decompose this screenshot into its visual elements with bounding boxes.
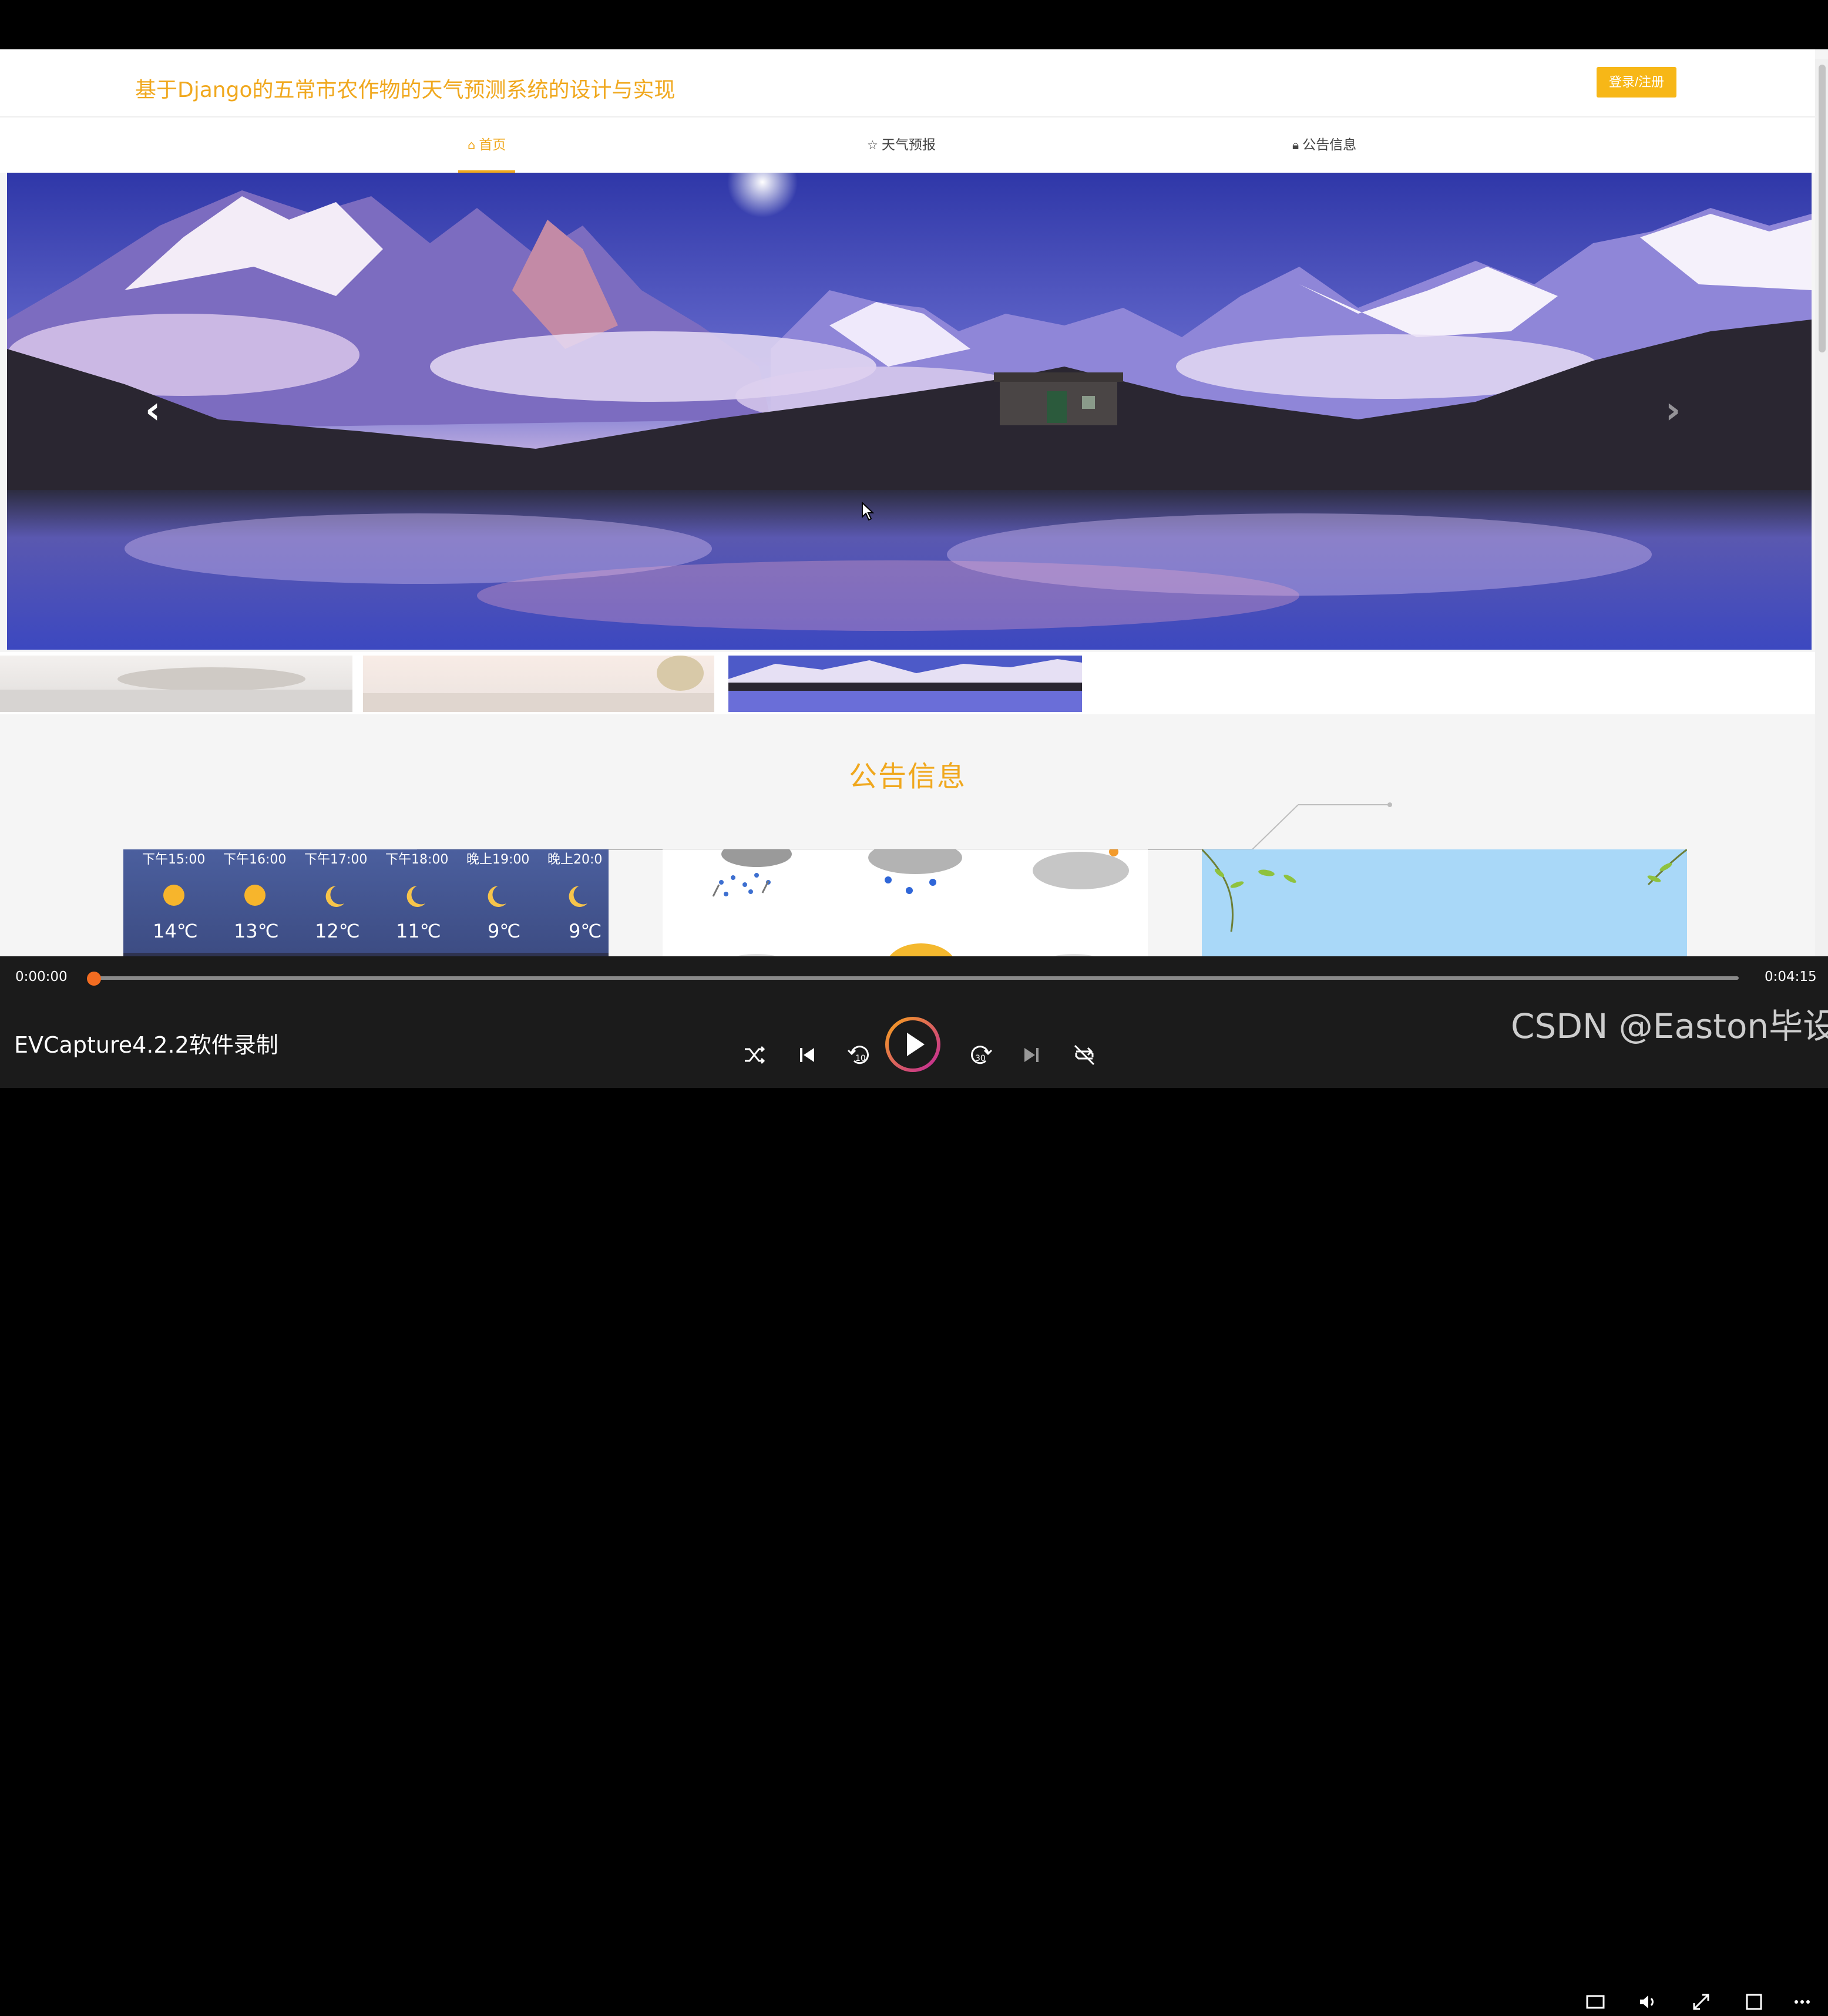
nav-item-label: 首页 bbox=[479, 137, 506, 153]
svg-text:晚上19:00: 晚上19:00 bbox=[466, 852, 529, 867]
forward-30-icon: 30 bbox=[971, 1046, 993, 1064]
section-title-decoration bbox=[417, 802, 1392, 850]
svg-text:10: 10 bbox=[855, 1054, 866, 1063]
watermark-text: CSDN @Easton毕设 bbox=[1511, 1006, 1828, 1046]
carousel-thumbnails bbox=[0, 652, 1815, 714]
svg-text:晚上20:0: 晚上20:0 bbox=[547, 852, 602, 867]
svg-text:下午17:00: 下午17:00 bbox=[304, 852, 367, 867]
previous-button[interactable] bbox=[791, 1039, 824, 1071]
svg-text:9℃: 9℃ bbox=[488, 920, 520, 942]
hourly-forecast-image: 下午15:00 下午16:00 下午17:00 下午18:00 晚上19:00 … bbox=[123, 852, 609, 956]
site-header: 基于Django的五常市农作物的天气预测系统的设计与实现 登录/注册 bbox=[0, 49, 1815, 117]
nav-item-label: 公告信息 bbox=[1302, 137, 1357, 153]
subtitles-icon bbox=[1586, 1995, 1605, 2009]
mini-player-button[interactable] bbox=[1742, 1990, 1766, 2014]
star-icon: ☆ bbox=[867, 138, 878, 152]
shuffle-button[interactable] bbox=[738, 1039, 771, 1071]
skip-next-icon bbox=[1024, 1048, 1039, 1062]
play-icon bbox=[885, 1017, 940, 1072]
repeat-button[interactable] bbox=[1068, 1039, 1101, 1071]
current-time: 0:00:00 bbox=[15, 969, 68, 985]
volume-icon bbox=[1640, 1995, 1654, 2008]
play-button[interactable] bbox=[885, 1016, 941, 1073]
carousel-thumbnail-3[interactable] bbox=[728, 656, 1082, 712]
announcement-card-spring[interactable] bbox=[1202, 849, 1687, 956]
chevron-left-icon: ‹ bbox=[145, 389, 161, 432]
skip-previous-icon bbox=[800, 1048, 814, 1062]
progress-handle[interactable] bbox=[87, 972, 101, 986]
announcement-card-weather-icons[interactable] bbox=[663, 849, 1148, 956]
more-icon bbox=[1795, 2000, 1810, 2004]
progress-bar[interactable] bbox=[94, 976, 1739, 980]
forward-30-button[interactable]: 30 bbox=[965, 1039, 997, 1071]
scrollbar-thumb[interactable] bbox=[1819, 65, 1826, 352]
chevron-right-icon: › bbox=[1665, 389, 1681, 432]
site-title: 基于Django的五常市农作物的天气预测系统的设计与实现 bbox=[135, 78, 676, 102]
lock-icon: 🔒︎ bbox=[1292, 138, 1299, 152]
svg-text:下午18:00: 下午18:00 bbox=[385, 852, 448, 867]
svg-text:14℃: 14℃ bbox=[153, 920, 198, 942]
more-options-button[interactable] bbox=[1790, 1990, 1814, 2014]
svg-text:13℃: 13℃ bbox=[234, 920, 279, 942]
image-carousel[interactable]: ‹ › bbox=[7, 173, 1812, 650]
nav-item-weather-forecast[interactable]: ☆ 天气预报 bbox=[867, 117, 936, 173]
svg-text:下午15:00: 下午15:00 bbox=[142, 852, 205, 867]
svg-text:下午16:00: 下午16:00 bbox=[223, 852, 286, 867]
main-nav: ⌂ 首页 ☆ 天气预报 🔒︎ 公告信息 bbox=[0, 117, 1815, 173]
svg-text:30: 30 bbox=[975, 1054, 986, 1063]
carousel-slide-mountain-lake bbox=[7, 173, 1812, 650]
mouse-cursor-icon bbox=[862, 502, 875, 521]
expand-icon bbox=[1693, 1994, 1709, 2010]
total-time: 0:04:15 bbox=[1765, 969, 1817, 985]
volume-button[interactable] bbox=[1637, 1990, 1660, 2014]
nav-item-home[interactable]: ⌂ 首页 bbox=[458, 117, 516, 173]
announcement-card-weather[interactable]: 下午15:00 下午16:00 下午17:00 下午18:00 晚上19:00 … bbox=[123, 849, 609, 956]
shuffle-icon bbox=[745, 1046, 765, 1064]
svg-text:9℃: 9℃ bbox=[569, 920, 602, 942]
subtitles-button[interactable] bbox=[1584, 1990, 1607, 2014]
svg-text:11℃: 11℃ bbox=[396, 920, 441, 942]
video-title: EVCapture4.2.2软件录制 bbox=[14, 1032, 278, 1058]
web-page: 基于Django的五常市农作物的天气预测系统的设计与实现 登录/注册 ⌂ 首页 ☆… bbox=[0, 49, 1828, 956]
home-icon: ⌂ bbox=[468, 138, 476, 152]
carousel-thumbnail-1[interactable] bbox=[0, 656, 352, 712]
weather-icons-image bbox=[712, 849, 1129, 956]
carousel-thumbnail-2[interactable] bbox=[363, 656, 714, 712]
nav-item-announcements[interactable]: 🔒︎ 公告信息 bbox=[1292, 117, 1356, 173]
login-register-button[interactable]: 登录/注册 bbox=[1597, 67, 1676, 98]
nav-item-label: 天气预报 bbox=[881, 137, 936, 153]
page-scrollbar[interactable] bbox=[1815, 59, 1828, 956]
mini-player-icon bbox=[1746, 1994, 1762, 2010]
carousel-prev-button[interactable]: ‹ bbox=[135, 390, 170, 431]
spring-leaves-image bbox=[1202, 849, 1687, 932]
fullscreen-button[interactable] bbox=[1689, 1990, 1713, 2014]
svg-text:12℃: 12℃ bbox=[315, 920, 360, 942]
repeat-off-icon bbox=[1074, 1044, 1095, 1066]
carousel-next-button[interactable]: › bbox=[1655, 390, 1691, 431]
rewind-10-icon: 10 bbox=[847, 1046, 869, 1064]
rewind-10-button[interactable]: 10 bbox=[842, 1039, 875, 1071]
window-top-bar bbox=[0, 0, 1828, 49]
next-button[interactable] bbox=[1015, 1039, 1048, 1071]
